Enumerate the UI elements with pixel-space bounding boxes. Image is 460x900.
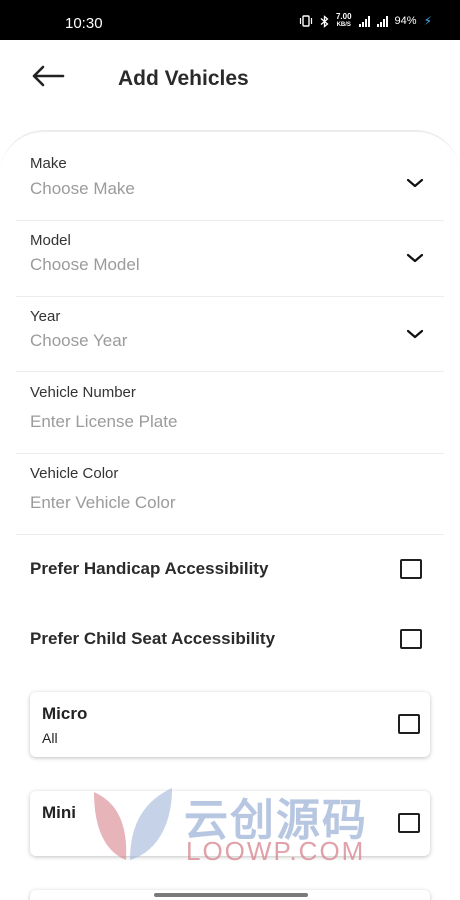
vehicle-type-checkbox-micro[interactable] bbox=[398, 714, 420, 734]
vehicle-type-checkbox-mini[interactable] bbox=[398, 813, 420, 833]
status-bar: 10:30 7.00 KB/S 94% ⚡ bbox=[0, 0, 460, 40]
vehicle-type-card-micro[interactable]: Micro All bbox=[30, 692, 430, 757]
vehicle-type-title: Micro bbox=[42, 704, 88, 723]
year-value: Choose Year bbox=[30, 331, 128, 350]
child-seat-accessibility-option[interactable]: Prefer Child Seat Accessibility bbox=[30, 619, 430, 659]
model-dropdown[interactable]: Model Choose Model bbox=[16, 221, 444, 297]
chevron-down-icon bbox=[406, 253, 424, 263]
vehicle-type-title: Mini bbox=[42, 803, 76, 822]
signal-icon bbox=[376, 15, 388, 27]
network-speed-unit: KB/S bbox=[336, 22, 351, 28]
back-button[interactable] bbox=[30, 64, 70, 96]
arrow-left-icon bbox=[32, 65, 65, 87]
home-indicator[interactable] bbox=[154, 893, 308, 897]
vehicle-number-field[interactable]: Vehicle Number Enter License Plate bbox=[16, 372, 444, 454]
handicap-accessibility-label: Prefer Handicap Accessibility bbox=[30, 559, 269, 578]
vehicle-number-label: Vehicle Number bbox=[30, 384, 136, 401]
network-speed-value: 7.00 bbox=[335, 12, 352, 21]
charging-bolt-icon: ⚡ bbox=[423, 14, 432, 28]
page-title: Add Vehicles bbox=[118, 67, 249, 90]
vehicle-type-card-mini[interactable]: Mini bbox=[30, 791, 430, 856]
vehicle-color-input[interactable]: Enter Vehicle Color bbox=[30, 493, 176, 513]
year-label: Year bbox=[30, 308, 61, 325]
status-time: 10:30 bbox=[65, 15, 103, 32]
model-value: Choose Model bbox=[30, 255, 140, 274]
status-icons: 7.00 KB/S 94% ⚡ bbox=[299, 13, 432, 29]
make-dropdown[interactable]: Make Choose Make bbox=[16, 143, 444, 221]
child-seat-accessibility-label: Prefer Child Seat Accessibility bbox=[30, 629, 276, 648]
signal-icon bbox=[358, 15, 370, 27]
handicap-accessibility-option[interactable]: Prefer Handicap Accessibility bbox=[30, 549, 430, 589]
make-value: Choose Make bbox=[30, 179, 135, 198]
vibrate-icon bbox=[299, 15, 313, 27]
vehicle-color-field[interactable]: Vehicle Color Enter Vehicle Color bbox=[16, 454, 444, 535]
network-speed: 7.00 KB/S bbox=[336, 13, 352, 29]
model-label: Model bbox=[30, 232, 71, 249]
vehicle-type-subtitle: All bbox=[42, 730, 58, 746]
chevron-down-icon bbox=[406, 329, 424, 339]
vehicle-color-label: Vehicle Color bbox=[30, 465, 119, 482]
chevron-down-icon bbox=[406, 178, 424, 188]
battery-level: 94% bbox=[394, 15, 417, 27]
child-seat-accessibility-checkbox[interactable] bbox=[400, 629, 422, 649]
app-header: Add Vehicles bbox=[0, 40, 460, 120]
bluetooth-icon bbox=[320, 14, 329, 28]
vehicle-number-input[interactable]: Enter License Plate bbox=[30, 412, 177, 432]
handicap-accessibility-checkbox[interactable] bbox=[400, 559, 422, 579]
make-label: Make bbox=[30, 155, 67, 172]
year-dropdown[interactable]: Year Choose Year bbox=[16, 297, 444, 372]
